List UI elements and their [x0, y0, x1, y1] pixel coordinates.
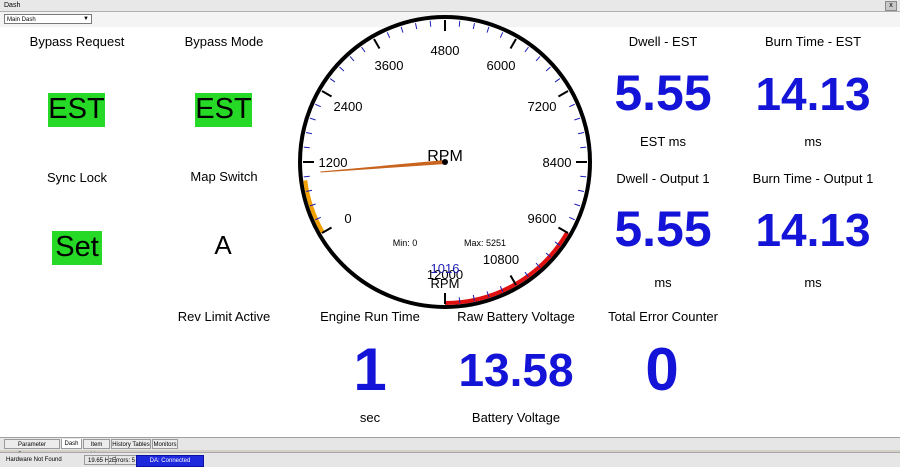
chevron-down-icon[interactable]: ▼ — [82, 15, 90, 23]
dash-select[interactable]: Main Dash ▼ — [4, 14, 92, 24]
rpm-gauge: 0120024003600480060007200840096001080012… — [298, 15, 592, 309]
rpm-tick-label: 3600 — [375, 58, 404, 73]
rpm-minor-tick — [580, 146, 587, 149]
rpm-tick-label: 9600 — [528, 211, 557, 226]
map-switch-value: A — [214, 230, 232, 260]
raw-battery-voltage-value: 13.58 — [458, 344, 574, 396]
rpm-tick-label: 6000 — [487, 58, 516, 73]
dwell-est-value: 5.55 — [614, 65, 712, 121]
rpm-minor-tick — [458, 297, 461, 304]
rpm-value-readout: 1016 — [431, 261, 460, 276]
raw-battery-voltage-label: Raw Battery Voltage — [457, 309, 575, 324]
engine-run-time-label: Engine Run Time — [320, 309, 420, 324]
connection-status: DA: Connected — [136, 455, 204, 467]
status-bar: Hardware Not Found 19.65 Hz Errors: 5 DA… — [0, 452, 900, 467]
sync-lock-label: Sync Lock — [47, 170, 107, 185]
dash-panel: Bypass Request EST Bypass Mode EST Sync … — [0, 15, 900, 437]
burn-time-output1-label: Burn Time - Output 1 — [752, 171, 874, 186]
dwell-output1-unit: ms — [654, 275, 672, 290]
total-error-counter-value: 0 — [645, 336, 679, 403]
window-title: Dash — [4, 2, 21, 9]
tab-monitors[interactable]: Monitors — [152, 439, 178, 449]
dash-select-value: Main Dash — [7, 17, 36, 23]
tab-parameter-comments[interactable]: Parameter Comments — [4, 439, 60, 458]
tab-strip: Parameter Comments Dash Item Lists Histo… — [0, 437, 900, 458]
dwell-est-label: Dwell - EST — [628, 34, 698, 49]
engine-run-time-value: 1 — [353, 336, 387, 403]
rpm-needle-hub — [442, 159, 448, 165]
total-error-counter-label: Total Error Counter — [608, 309, 718, 324]
rpm-tick-label: 0 — [344, 211, 351, 226]
burn-time-est-value: 14.13 — [755, 68, 871, 120]
errors-status: Errors: 5 — [108, 455, 140, 465]
rev-limit-label: Rev Limit Active — [177, 309, 271, 324]
rpm-tick-label: 10800 — [483, 252, 519, 267]
engine-run-time-unit: sec — [359, 410, 381, 425]
bypass-request-value: EST — [48, 93, 105, 127]
close-button[interactable]: x — [885, 1, 897, 11]
battery-voltage-unit: Battery Voltage — [471, 410, 561, 425]
rpm-minor-tick — [458, 20, 461, 27]
rpm-tick-label: 7200 — [528, 99, 557, 114]
sync-lock-value: Set — [52, 231, 102, 265]
map-switch-label: Map Switch — [190, 169, 258, 184]
burn-time-output1-unit: ms — [804, 275, 822, 290]
rpm-unit-label: RPM — [431, 276, 460, 291]
window-titlebar: Dash x — [0, 0, 900, 12]
rpm-minor-tick — [429, 20, 432, 27]
rpm-minor-tick — [303, 146, 310, 149]
tab-item-lists[interactable]: Item Lists — [83, 439, 110, 458]
dwell-output1-label: Dwell - Output 1 — [616, 171, 710, 186]
bypass-mode-value: EST — [195, 93, 252, 127]
burn-time-output1-value: 14.13 — [755, 204, 871, 256]
tab-history-tables[interactable]: History Tables — [111, 439, 151, 449]
rpm-tick-label: 4800 — [431, 43, 460, 58]
rpm-tick-label: 1200 — [319, 155, 348, 170]
bypass-request-label: Bypass Request — [29, 34, 125, 49]
rpm-max-label: Max: 5251 — [464, 238, 506, 248]
bypass-mode-label: Bypass Mode — [184, 34, 264, 49]
rpm-minor-tick — [303, 175, 310, 178]
rpm-min-label: Min: 0 — [393, 238, 418, 248]
hardware-status: Hardware Not Found — [6, 457, 62, 463]
rpm-minor-tick — [580, 175, 587, 178]
burn-time-est-label: Burn Time - EST — [764, 34, 862, 49]
tab-dash[interactable]: Dash — [61, 439, 82, 449]
dwell-output1-value: 5.55 — [614, 201, 712, 257]
dwell-est-unit: EST ms — [640, 134, 686, 149]
rpm-tick-label: 8400 — [543, 155, 572, 170]
rpm-tick-label: 2400 — [334, 99, 363, 114]
burn-time-est-unit: ms — [804, 134, 822, 149]
